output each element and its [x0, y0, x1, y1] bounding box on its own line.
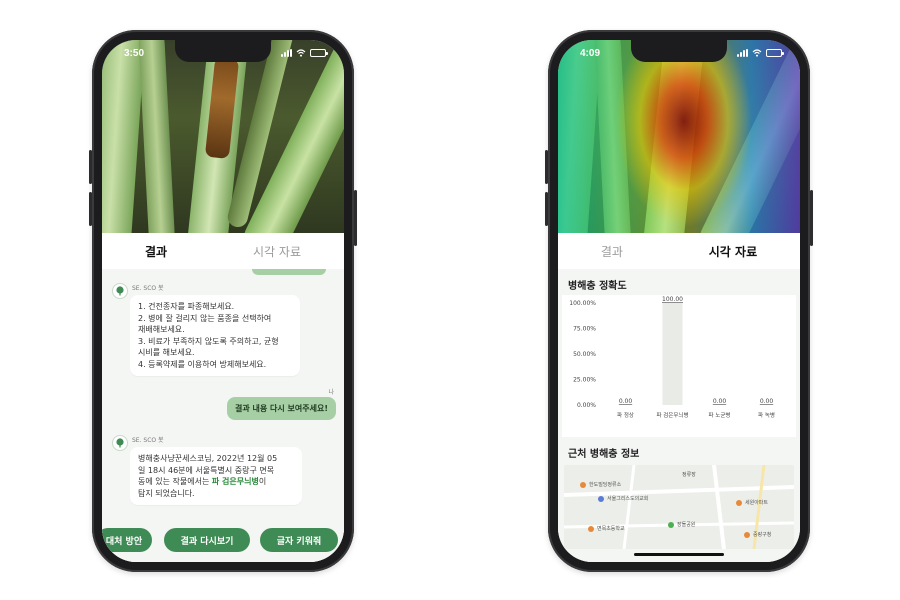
message-line: 3. 비료가 부족하지 않도록 주의하고, 균형: [138, 336, 279, 346]
tree-icon: [116, 286, 124, 296]
y-tick-label: 100.00%: [569, 300, 596, 307]
tree-icon: [116, 438, 124, 448]
disease-name: 파 검은무늬병: [211, 477, 259, 486]
message-line: 시비를 해보세요.: [138, 348, 195, 357]
tab-visual[interactable]: 시각 자료: [253, 243, 301, 260]
map-marker[interactable]: 중랑구청: [744, 531, 771, 538]
message-line: 탐지 되었습니다.: [138, 488, 195, 498]
bar-value-label: 0.00: [713, 398, 727, 405]
countermeasure-button[interactable]: 대처 방안: [102, 528, 152, 552]
map-label: 면목초등학교: [597, 526, 625, 532]
map-label: 장돌공원: [677, 522, 696, 528]
y-tick-label: 75.00%: [573, 326, 596, 333]
accuracy-chart-svg: 100.00% 75.00% 50.00% 25.00% 0.00% 0.00 파 정상 10…: [569, 296, 775, 419]
map-label: 중랑구청: [753, 532, 772, 538]
status-time: 4:09: [580, 47, 601, 59]
x-tick-label: 파 정상: [617, 411, 634, 419]
nearby-title: 근처 병해충 정보: [568, 449, 640, 460]
nearby-map[interactable]: 한도빌딩정류소 서울그리스도의교회 면목초등학교 장돌공원 세원아파트 정류장 …: [564, 465, 794, 549]
bot-name: SE. SCO 봇: [132, 437, 164, 444]
x-tick-label: 파 녹병: [758, 411, 775, 419]
enlarge-text-button[interactable]: 글자 키워줘: [260, 528, 338, 552]
school-icon: [588, 525, 594, 532]
map-marker[interactable]: 서울그리스도의교회: [598, 495, 648, 502]
y-tick-label: 50.00%: [573, 351, 596, 358]
tab-visual[interactable]: 시각 자료: [709, 243, 757, 260]
map-marker[interactable]: 한도빌딩정류소: [580, 481, 621, 488]
bar: [662, 303, 683, 405]
home-indicator: [634, 553, 724, 556]
bot-message-bubble: 1. 건전종자를 파종해보세요. 2. 병에 잘 걸리지 않는 품종을 선택하여…: [130, 295, 300, 376]
signal-icon: [737, 49, 748, 57]
bus-stop-icon: [580, 481, 586, 488]
map-label: 세원아파트: [745, 500, 769, 506]
accuracy-title: 병해충 정확도: [568, 281, 627, 292]
map-marker[interactable]: 세원아파트: [736, 499, 768, 506]
location-pin-icon: [744, 531, 750, 538]
message-line: 4. 등록약제를 이용하여 방제해보세요.: [138, 359, 267, 369]
accuracy-chart: 100.00% 75.00% 50.00% 25.00% 0.00% 0.00 파 정상 10…: [562, 295, 796, 437]
bar-value-label: 0.00: [619, 398, 633, 405]
view-result-again-button[interactable]: 결과 다시보기: [164, 528, 250, 552]
message-line: 일 18시 46분에 서울특별시 중랑구 면목: [138, 465, 275, 475]
message-line: 1. 건전종자를 파종해보세요.: [138, 302, 235, 311]
bot-avatar: [112, 435, 128, 451]
message-line: 재배해보세요.: [138, 325, 185, 334]
wifi-icon: [296, 49, 306, 57]
message-line: 동에 있는 작물에서는 파 검은무늬병이: [138, 477, 267, 486]
x-tick-label: 파 검은무늬병: [656, 411, 688, 419]
x-tick-label: 파 노균병: [709, 411, 731, 419]
bot-message-bubble: 병해충사냥꾼세스코님, 2022년 12월 05 일 18시 46분에 서울특별…: [130, 447, 302, 505]
leaf-photo: [102, 40, 344, 233]
message-line: 2. 병에 잘 걸리지 않는 품종을 선택하여: [138, 313, 272, 323]
wifi-icon: [752, 49, 762, 57]
battery-icon: [766, 49, 784, 57]
y-tick-label: 0.00%: [577, 402, 596, 409]
tab-bar: 결과 시각 자료: [558, 233, 800, 269]
chat-area[interactable]: SE. SCO 봇 1. 건전종자를 파종해보세요. 2. 병에 잘 걸리지 않…: [102, 269, 344, 562]
battery-icon: [310, 49, 328, 57]
y-tick-label: 25.00%: [573, 377, 596, 384]
signal-icon: [281, 49, 292, 57]
visual-panel[interactable]: 병해충 정확도 100.00% 75.00% 50.00% 25.00% 0.00% 0.…: [558, 269, 800, 562]
park-icon: [668, 521, 674, 528]
map-marker[interactable]: 장돌공원: [668, 521, 695, 528]
phone-result-screen: 3:50 결과 시각 자료 SE. SCO 봇 1. 건전종자를 파종해보세요.…: [89, 30, 357, 572]
message-line: 병해충사냥꾼세스코님, 2022년 12월 05: [138, 454, 278, 463]
notch: [175, 40, 271, 62]
apartment-icon: [736, 499, 742, 506]
tab-bar: 결과 시각 자료: [102, 233, 344, 269]
tab-result[interactable]: 결과: [601, 243, 623, 260]
bar-value-label: 100.00: [662, 296, 683, 303]
map-marker[interactable]: 면목초등학교: [588, 525, 625, 532]
bot-avatar: [112, 283, 128, 299]
map-label: 한도빌딩정류소: [589, 482, 622, 488]
screen: 4:09 결과 시각 자료 병해충 정확도 100.00% 75.00% 50.00…: [558, 40, 800, 562]
map-label: 서울그리스도의교회: [607, 496, 649, 502]
notch: [631, 40, 727, 62]
map-label: 정류장: [682, 472, 696, 478]
previous-message-edge: [252, 269, 326, 275]
phone-visual-screen: 4:09 결과 시각 자료 병해충 정확도 100.00% 75.00% 50.00…: [545, 30, 813, 572]
bar-value-label: 0.00: [760, 398, 774, 405]
screen: 3:50 결과 시각 자료 SE. SCO 봇 1. 건전종자를 파종해보세요.…: [102, 40, 344, 562]
heatmap-overlay: [558, 40, 800, 233]
bot-name: SE. SCO 봇: [132, 285, 164, 292]
action-bar: 대처 방안 결과 다시보기 글자 키워줘: [102, 522, 344, 562]
user-message-bubble: 결과 내용 다시 보여주세요!: [227, 397, 336, 420]
heatmap-photo: [558, 40, 800, 233]
status-time: 3:50: [124, 47, 145, 59]
church-icon: [598, 495, 604, 502]
tab-result[interactable]: 결과: [145, 243, 167, 260]
user-name: 나: [328, 389, 334, 396]
